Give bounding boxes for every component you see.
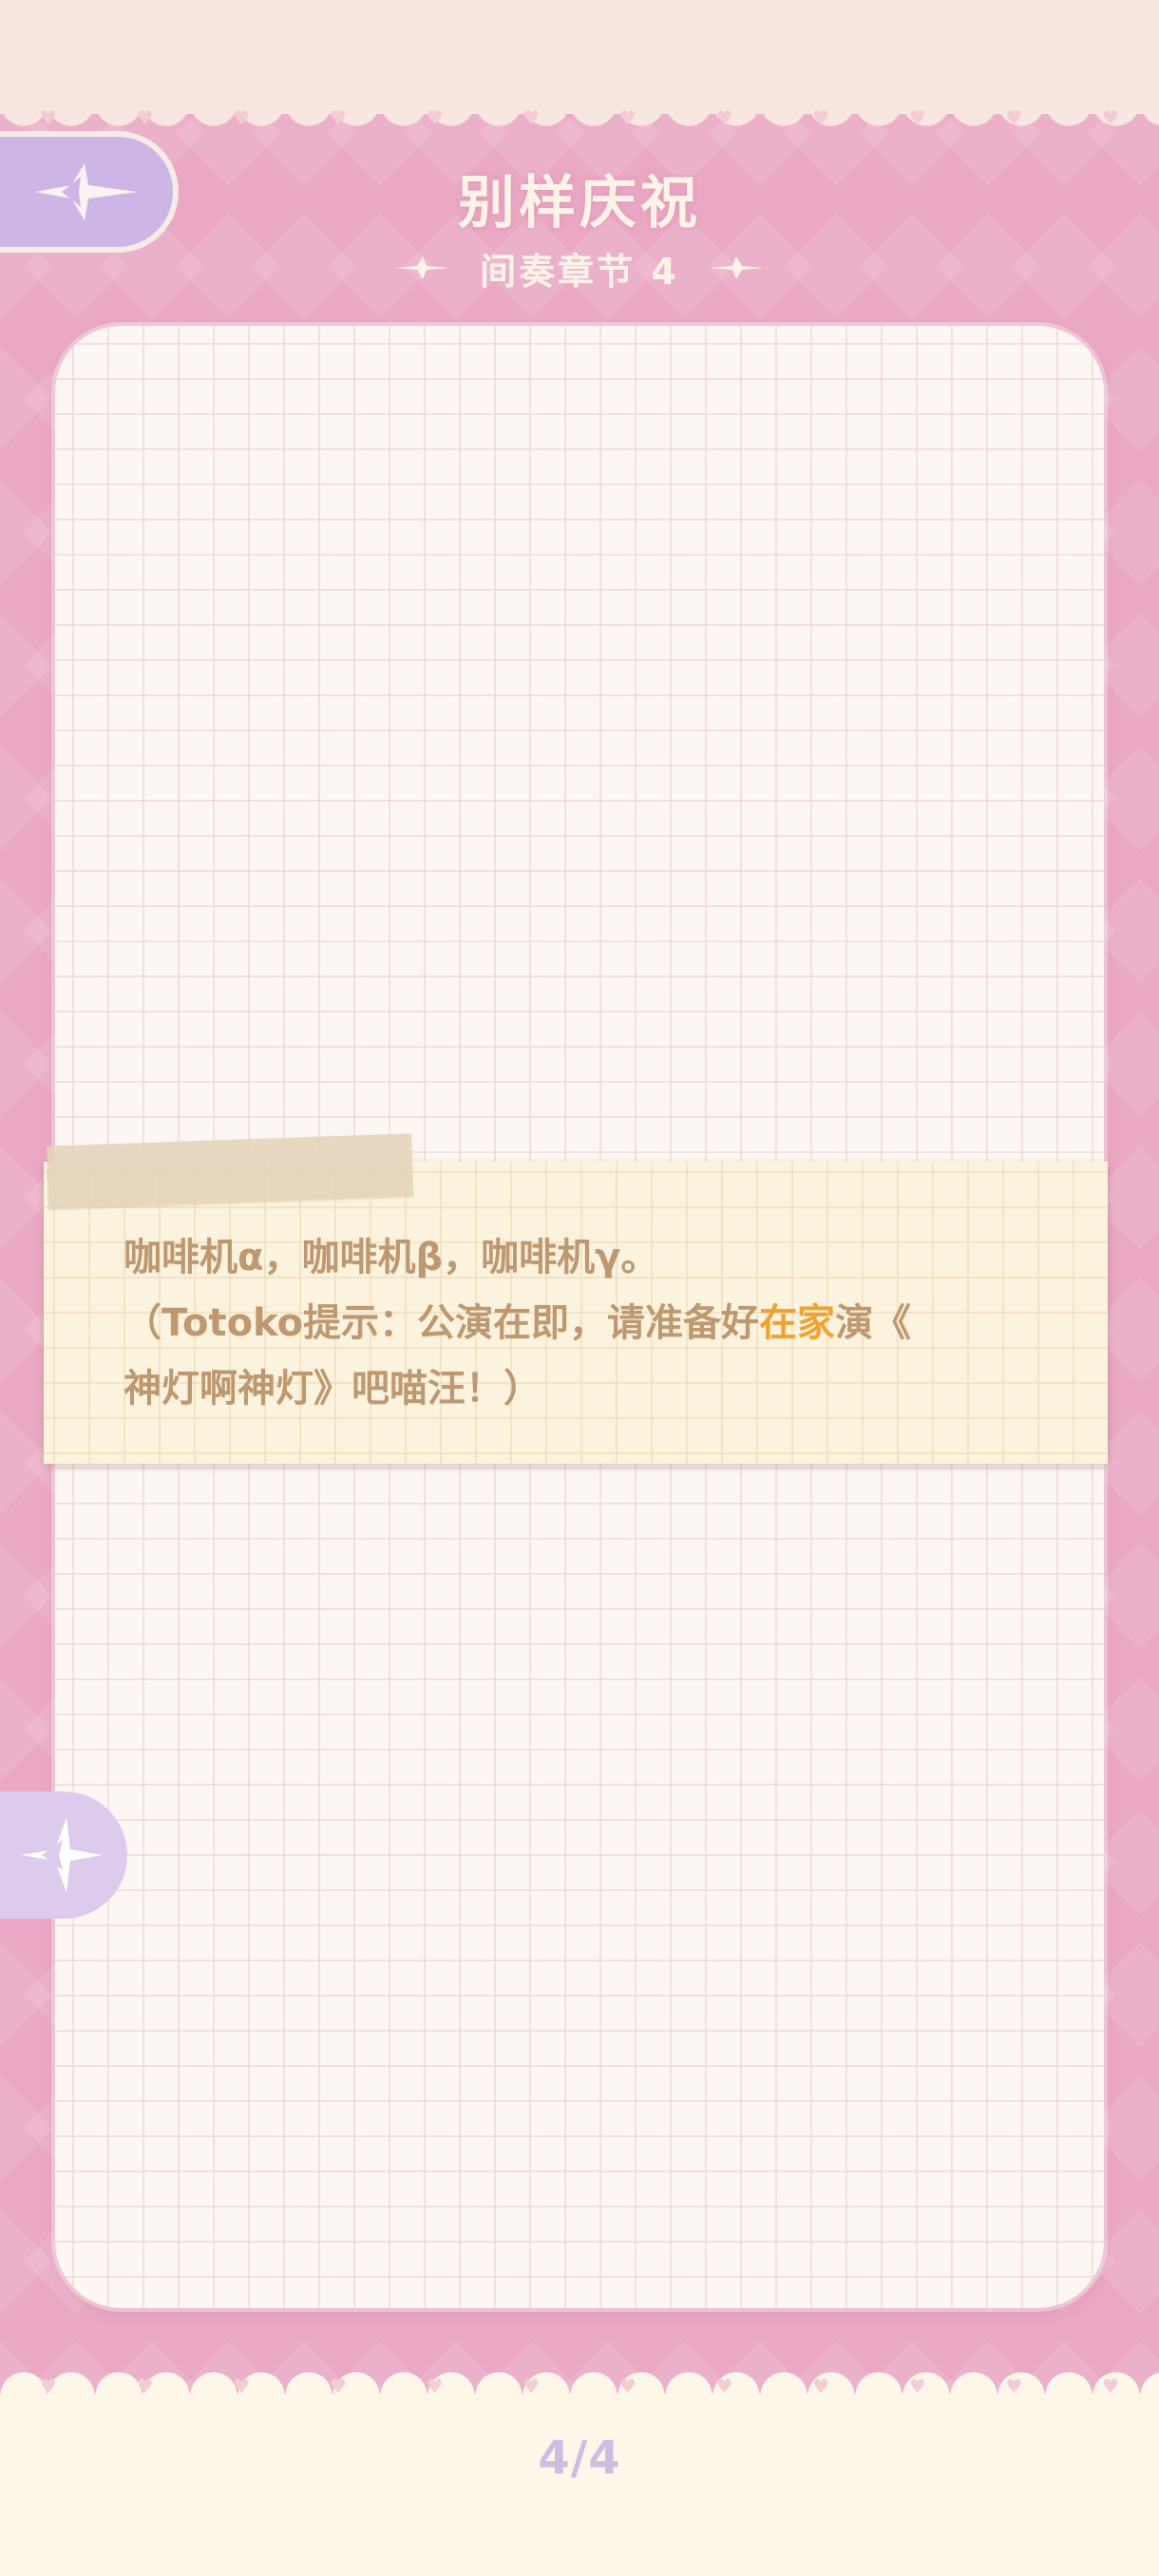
chapter-subtitle: 间奏章节 4	[480, 250, 679, 293]
top-border	[0, 0, 1159, 114]
clue-highlight: 在家	[759, 1301, 836, 1345]
clue-line-1: 咖啡机α，咖啡机β，咖啡机γ。	[124, 1236, 659, 1279]
clue-line-2-prefix: （Totoko提示：公演在即，请准备好	[124, 1301, 760, 1345]
previous-page-button[interactable]	[0, 1791, 127, 1919]
tape-strip	[46, 1133, 414, 1209]
chapter-subtitle-row: 间奏章节 4	[0, 239, 1159, 296]
bottom-heart-row: ♥ ♥ ♥ ♥ ♥ ♥ ♥ ♥ ♥ ♥ ♥ ♥	[39, 2375, 1120, 2397]
top-heart-row: ♥ ♥ ♥ ♥ ♥ ♥ ♥ ♥ ♥ ♥ ♥ ♥	[39, 106, 1120, 129]
clue-line-2: （Totoko提示：公演在即，请准备好在家演《	[124, 1291, 1036, 1356]
page-indicator: 4/4	[538, 2432, 621, 2485]
clue-line-3: 神灯啊神灯》吧喵汪！）	[124, 1367, 542, 1411]
sparkle-left-icon	[394, 255, 451, 281]
bottom-border	[0, 2394, 1159, 2576]
page-title: 别样庆祝	[458, 170, 701, 237]
sparkle-right-icon	[708, 255, 765, 281]
clue-note-text: 咖啡机α，咖啡机β，咖啡机γ。 （Totoko提示：公演在即，请准备好在家演《 …	[124, 1225, 1036, 1422]
prev-arrow-star-icon	[21, 1817, 103, 1893]
clue-line-2-suffix: 演《	[835, 1301, 912, 1345]
